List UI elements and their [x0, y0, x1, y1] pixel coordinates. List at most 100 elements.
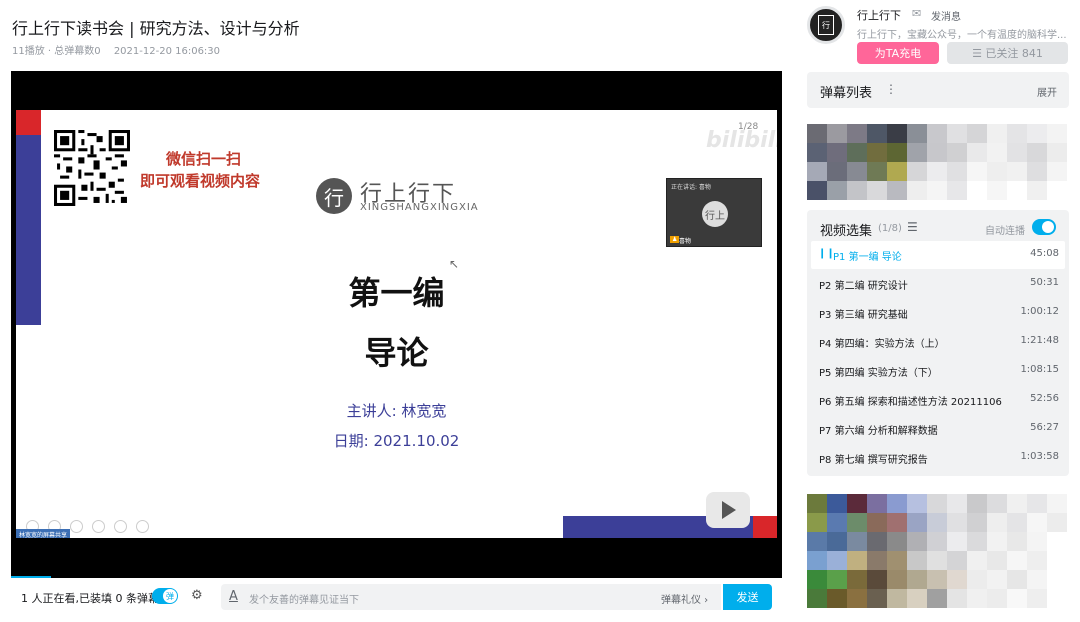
- playlist-item-label: P6 第五编 探索和描述性方法 20211106: [819, 397, 1002, 408]
- mosaic-tile: [1007, 532, 1027, 551]
- zoom-icon[interactable]: [114, 520, 127, 533]
- playlist-item-duration: 56:27: [1030, 422, 1059, 433]
- slide-title: 第一编: [348, 274, 445, 312]
- mosaic-tile: [987, 551, 1007, 570]
- mosaic-ad-banner[interactable]: [807, 124, 1067, 200]
- mosaic-tile: [847, 143, 867, 162]
- playlist-item[interactable]: P2 第二编 研究设计 50:31: [811, 270, 1065, 298]
- mosaic-tile: [867, 181, 887, 200]
- mosaic-tile: [927, 513, 947, 532]
- mosaic-tile: [947, 532, 967, 551]
- mosaic-tile: [907, 551, 927, 570]
- mosaic-tile: [927, 589, 947, 608]
- playlist-item[interactable]: P8 第七编 撰写研究报告 1:03:58: [811, 444, 1065, 472]
- mosaic-tile: [887, 181, 907, 200]
- mosaic-tile: [1047, 124, 1067, 143]
- expand-button[interactable]: 展开: [1037, 84, 1057, 99]
- follow-button[interactable]: ☰ 已关注 841: [947, 42, 1068, 64]
- mosaic-tile: [907, 589, 927, 608]
- mosaic-tile: [967, 181, 987, 200]
- danmaku-placeholder: 发个友善的弹幕见证当下: [249, 595, 359, 606]
- slide-subtitle: 导论: [364, 334, 429, 372]
- playlist-item-duration: 1:21:48: [1020, 335, 1059, 346]
- mosaic-tile: [827, 143, 847, 162]
- mosaic-tile: [907, 494, 927, 513]
- mosaic-tile: [1027, 513, 1047, 532]
- bilibili-tv-play-icon[interactable]: [706, 492, 750, 528]
- mosaic-tile: [887, 162, 907, 181]
- mosaic-tile: [987, 124, 1007, 143]
- play-count: 11播放 · 总弹幕数0: [12, 46, 101, 57]
- mosaic-tile: [827, 181, 847, 200]
- send-message-link[interactable]: 发消息: [931, 8, 961, 23]
- uploader-name[interactable]: 行上行下: [857, 7, 901, 23]
- send-button[interactable]: 发送: [723, 584, 772, 610]
- danmaku-toggle[interactable]: 弹: [152, 588, 178, 604]
- mosaic-tile: [1027, 124, 1047, 143]
- playlist-item[interactable]: P6 第五编 探索和描述性方法 20211106 52:56: [811, 386, 1065, 414]
- danmaku-settings-icon[interactable]: ⚙: [191, 588, 203, 603]
- mosaic-tile: [887, 532, 907, 551]
- mosaic-tile: [967, 570, 987, 589]
- mosaic-tile: [887, 589, 907, 608]
- mosaic-tile: [987, 570, 1007, 589]
- mosaic-tile: [1047, 494, 1067, 513]
- danmaku-style-icon[interactable]: A: [229, 589, 238, 604]
- mosaic-tile: [867, 143, 887, 162]
- mosaic-tile: [927, 124, 947, 143]
- mosaic-tile: [807, 143, 827, 162]
- list-icon[interactable]: ☰: [907, 220, 918, 234]
- slide-control-icon[interactable]: [92, 520, 105, 533]
- danmaku-etiquette-link[interactable]: 弹幕礼仪 ›: [661, 591, 708, 606]
- mosaic-tile: [927, 181, 947, 200]
- mosaic-tile: [987, 181, 1007, 200]
- mosaic-tile: [847, 589, 867, 608]
- mosaic-tile: [987, 532, 1007, 551]
- playlist-item[interactable]: ❙❙ P1 第一编 导论 45:08: [811, 241, 1065, 269]
- avatar-logo: 行: [818, 15, 834, 35]
- danmaku-list-header[interactable]: 弹幕列表 ⋮ 展开: [807, 72, 1069, 108]
- slide-presenter: 主讲人: 林宽宽: [346, 402, 447, 420]
- mosaic-tile: [907, 124, 927, 143]
- more-icon[interactable]: [136, 520, 149, 533]
- charge-button[interactable]: 为TA充电: [857, 42, 939, 64]
- mosaic-tile: [807, 124, 827, 143]
- autoplay-toggle[interactable]: [1032, 219, 1056, 235]
- mosaic-tile: [1047, 513, 1067, 532]
- mosaic-tile: [867, 124, 887, 143]
- mosaic-tile: [947, 494, 967, 513]
- more-options-icon[interactable]: ⋮: [885, 82, 897, 96]
- slide-control-icon[interactable]: [70, 520, 83, 533]
- mosaic-tile: [827, 124, 847, 143]
- mosaic-tile: [1007, 181, 1027, 200]
- mosaic-tile: [1027, 532, 1047, 551]
- danmaku-toggle-knob: 弹: [163, 589, 177, 603]
- mosaic-tile: [887, 494, 907, 513]
- uploader-description: 行上行下，宝藏公众号，一个有温度的脑科学...: [857, 30, 1067, 41]
- playlist-item-duration: 1:03:58: [1020, 451, 1059, 462]
- pip-badge-icon: ♟: [670, 236, 680, 243]
- mosaic-tile: [827, 494, 847, 513]
- video-meta: 11播放 · 总弹幕数0 2021-12-20 16:06:30: [12, 42, 230, 57]
- mosaic-tile: [947, 589, 967, 608]
- mosaic-tile: [1047, 143, 1067, 162]
- playlist-item[interactable]: P5 第四编 实验方法（下） 1:08:15: [811, 357, 1065, 385]
- mosaic-tile: [1007, 551, 1027, 570]
- mosaic-tile: [907, 570, 927, 589]
- mosaic-tile: [947, 513, 967, 532]
- danmaku-input[interactable]: A 发个友善的弹幕见证当下 弹幕礼仪 ›: [221, 584, 721, 610]
- mosaic-tile: [1027, 570, 1047, 589]
- mosaic-tile: [947, 181, 967, 200]
- mosaic-recommend-thumbnails[interactable]: [807, 494, 1067, 608]
- playlist-item[interactable]: P4 第四编：实验方法（上） 1:21:48: [811, 328, 1065, 356]
- uploader-avatar[interactable]: 行: [807, 6, 845, 44]
- playlist-item[interactable]: P7 第六编 分析和解释数据 56:27: [811, 415, 1065, 443]
- mosaic-tile: [1027, 589, 1047, 608]
- mosaic-tile: [867, 532, 887, 551]
- pip-label: 正在讲话: 喜物: [671, 184, 711, 191]
- danmaku-bar: 1 人正在看,已装填 0 条弹幕 弹 ⚙ A 发个友善的弹幕见证当下 弹幕礼仪 …: [11, 578, 782, 614]
- mail-icon[interactable]: ✉: [912, 7, 921, 20]
- mosaic-tile: [1027, 181, 1047, 200]
- playlist-item[interactable]: P3 第三编 研究基础 1:00:12: [811, 299, 1065, 327]
- mosaic-tile: [967, 532, 987, 551]
